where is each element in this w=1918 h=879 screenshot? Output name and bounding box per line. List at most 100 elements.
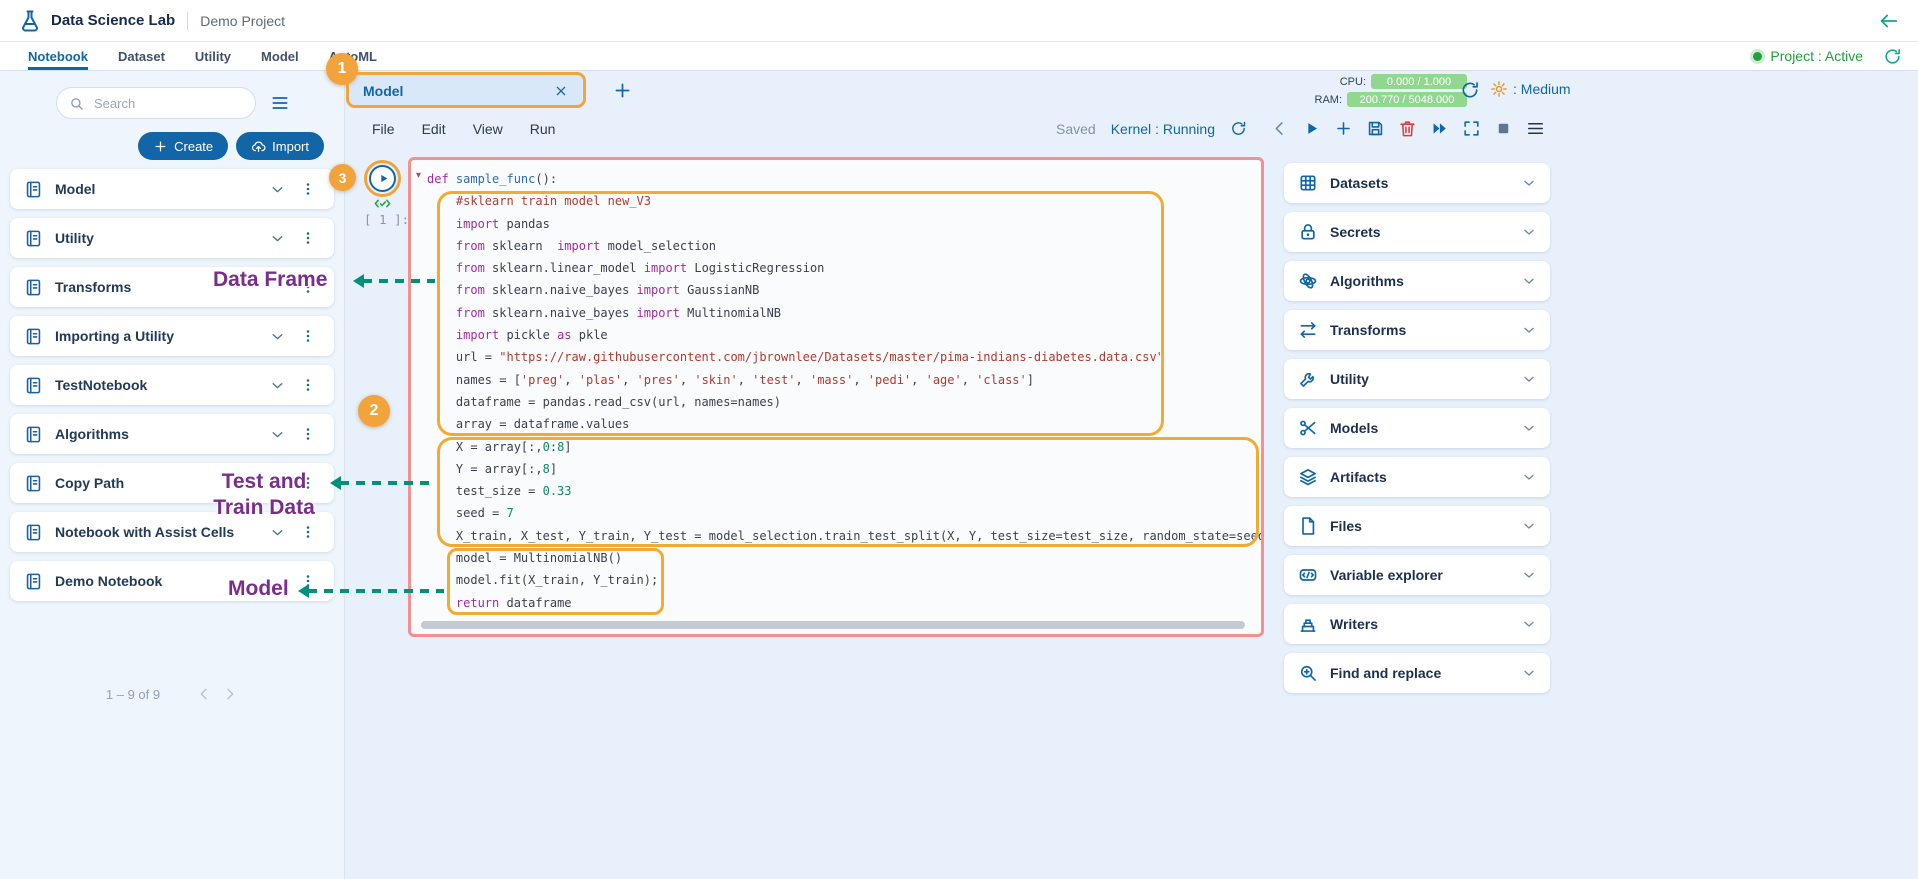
run-cell-button[interactable]	[369, 165, 396, 192]
chevron-down-icon[interactable]	[269, 377, 286, 394]
chevron-down-icon[interactable]	[1521, 175, 1537, 191]
writers-icon	[1298, 614, 1318, 634]
run-all-icon[interactable]	[1430, 119, 1449, 138]
code-line: import pandas	[427, 213, 1261, 235]
sidebar-item-notebook-with-assist-cells[interactable]: Notebook with Assist Cells	[10, 512, 334, 552]
menu-file[interactable]: File	[372, 121, 395, 137]
menu-icon[interactable]	[1526, 119, 1545, 138]
chevron-down-icon[interactable]	[1521, 567, 1537, 583]
chevron-down-icon[interactable]	[269, 181, 286, 198]
code-line: def sample_func():	[427, 168, 1261, 190]
panel-item-variable-explorer[interactable]: Variable explorer	[1284, 555, 1550, 595]
kebab-menu-icon[interactable]	[300, 328, 316, 344]
left-sidebar: Create Import Model Utility Transforms Impo…	[0, 71, 345, 879]
import-button[interactable]: Import	[236, 132, 324, 160]
panel-item-models[interactable]: Models	[1284, 408, 1550, 448]
sidebar-item-model[interactable]: Model	[10, 169, 334, 209]
panel-item-find-and-replace[interactable]: Find and replace	[1284, 653, 1550, 693]
panel-item-files[interactable]: Files	[1284, 506, 1550, 546]
algorithms-icon	[1298, 271, 1318, 291]
refresh-resources-icon[interactable]	[1460, 80, 1480, 100]
chevron-down-icon[interactable]	[269, 524, 286, 541]
menu-items: File Edit View Run	[372, 121, 555, 137]
back-arrow-icon[interactable]	[1878, 10, 1900, 32]
kebab-menu-icon[interactable]	[300, 181, 316, 197]
panel-item-secrets[interactable]: Secrets	[1284, 212, 1550, 252]
refresh-icon[interactable]	[1883, 47, 1902, 66]
pagination-prev-icon[interactable]	[196, 686, 212, 702]
code-editor[interactable]: ▾ def sample_func(): #sklearn train mode…	[408, 157, 1264, 637]
tab-strip: Model CPU: 0.000 / 1.000 RAM: 200.770 / …	[346, 71, 1918, 111]
nav-tab-model[interactable]: Model	[261, 42, 299, 70]
notebook-icon	[24, 523, 43, 542]
search-input[interactable]	[92, 95, 243, 112]
sidebar-item-importing-a-utility[interactable]: Importing a Utility	[10, 316, 334, 356]
chevron-left-icon[interactable]	[1270, 119, 1289, 138]
trash-icon[interactable]	[1398, 119, 1417, 138]
kebab-menu-icon[interactable]	[300, 573, 316, 589]
instance-selector[interactable]: : Medium	[1490, 80, 1571, 98]
fullscreen-icon[interactable]	[1462, 119, 1481, 138]
create-button[interactable]: Create	[138, 132, 228, 160]
chevron-down-icon[interactable]	[1521, 616, 1537, 632]
chevron-down-icon[interactable]	[1521, 371, 1537, 387]
kebab-menu-icon[interactable]	[300, 279, 316, 295]
horizontal-scrollbar[interactable]	[421, 621, 1245, 629]
chevron-down-icon[interactable]	[1521, 224, 1537, 240]
add-tab-icon[interactable]	[612, 80, 633, 101]
chevron-down-icon[interactable]	[1521, 665, 1537, 681]
datasets-icon	[1298, 173, 1318, 193]
chevron-down-icon[interactable]	[269, 230, 286, 247]
sidebar-item-transforms[interactable]: Transforms	[10, 267, 334, 307]
cell-success-check-icon	[373, 194, 392, 213]
nav-tab-automl[interactable]: AutoML	[329, 42, 377, 70]
kebab-menu-icon[interactable]	[300, 377, 316, 393]
notebook-tab-model[interactable]: Model	[350, 75, 582, 107]
kebab-menu-icon[interactable]	[300, 426, 316, 442]
chevron-down-icon[interactable]	[1521, 469, 1537, 485]
panel-item-utility[interactable]: Utility	[1284, 359, 1550, 399]
panel-item-label: Artifacts	[1330, 469, 1387, 485]
fold-toggle-icon[interactable]: ▾	[416, 170, 421, 181]
kebab-menu-icon[interactable]	[300, 475, 316, 491]
code-content: def sample_func(): #sklearn train model …	[427, 168, 1261, 618]
pagination-next-icon[interactable]	[222, 686, 238, 702]
kebab-menu-icon[interactable]	[300, 524, 316, 540]
chevron-down-icon[interactable]	[1521, 518, 1537, 534]
panel-item-algorithms[interactable]: Algorithms	[1284, 261, 1550, 301]
sidebar-item-utility[interactable]: Utility	[10, 218, 334, 258]
panel-item-writers[interactable]: Writers	[1284, 604, 1550, 644]
sidebar-item-testnotebook[interactable]: TestNotebook	[10, 365, 334, 405]
play-icon[interactable]	[1302, 119, 1321, 138]
sidebar-item-label: Copy Path	[55, 475, 124, 491]
hamburger-icon[interactable]	[270, 93, 290, 113]
plus-icon[interactable]	[1334, 119, 1353, 138]
chevron-down-icon[interactable]	[1521, 322, 1537, 338]
chevron-down-icon[interactable]	[269, 328, 286, 345]
restart-kernel-icon[interactable]	[1230, 120, 1247, 137]
nav-tab-dataset[interactable]: Dataset	[118, 42, 165, 70]
sidebar-item-copy-path[interactable]: Copy Path	[10, 463, 334, 503]
chevron-down-icon[interactable]	[1521, 273, 1537, 289]
code-line: array = dataframe.values	[427, 413, 1261, 435]
panel-item-datasets[interactable]: Datasets	[1284, 163, 1550, 203]
chevron-down-icon[interactable]	[269, 426, 286, 443]
code-line: url = "https://raw.githubusercontent.com…	[427, 346, 1261, 368]
chevron-down-icon[interactable]	[1521, 420, 1537, 436]
sidebar-item-algorithms[interactable]: Algorithms	[10, 414, 334, 454]
search-row	[0, 71, 344, 119]
menu-view[interactable]: View	[473, 121, 503, 137]
close-tab-icon[interactable]	[553, 83, 569, 99]
save-icon[interactable]	[1366, 119, 1385, 138]
kebab-menu-icon[interactable]	[300, 230, 316, 246]
menu-run[interactable]: Run	[530, 121, 556, 137]
stop-icon[interactable]	[1494, 119, 1513, 138]
menu-edit[interactable]: Edit	[422, 121, 446, 137]
nav-tab-utility[interactable]: Utility	[195, 42, 231, 70]
search-box[interactable]	[56, 87, 256, 119]
nav-tab-notebook[interactable]: Notebook	[28, 42, 88, 70]
notebook-icon	[24, 229, 43, 248]
panel-item-artifacts[interactable]: Artifacts	[1284, 457, 1550, 497]
panel-item-transforms[interactable]: Transforms	[1284, 310, 1550, 350]
sidebar-item-demo-notebook[interactable]: Demo Notebook	[10, 561, 334, 601]
